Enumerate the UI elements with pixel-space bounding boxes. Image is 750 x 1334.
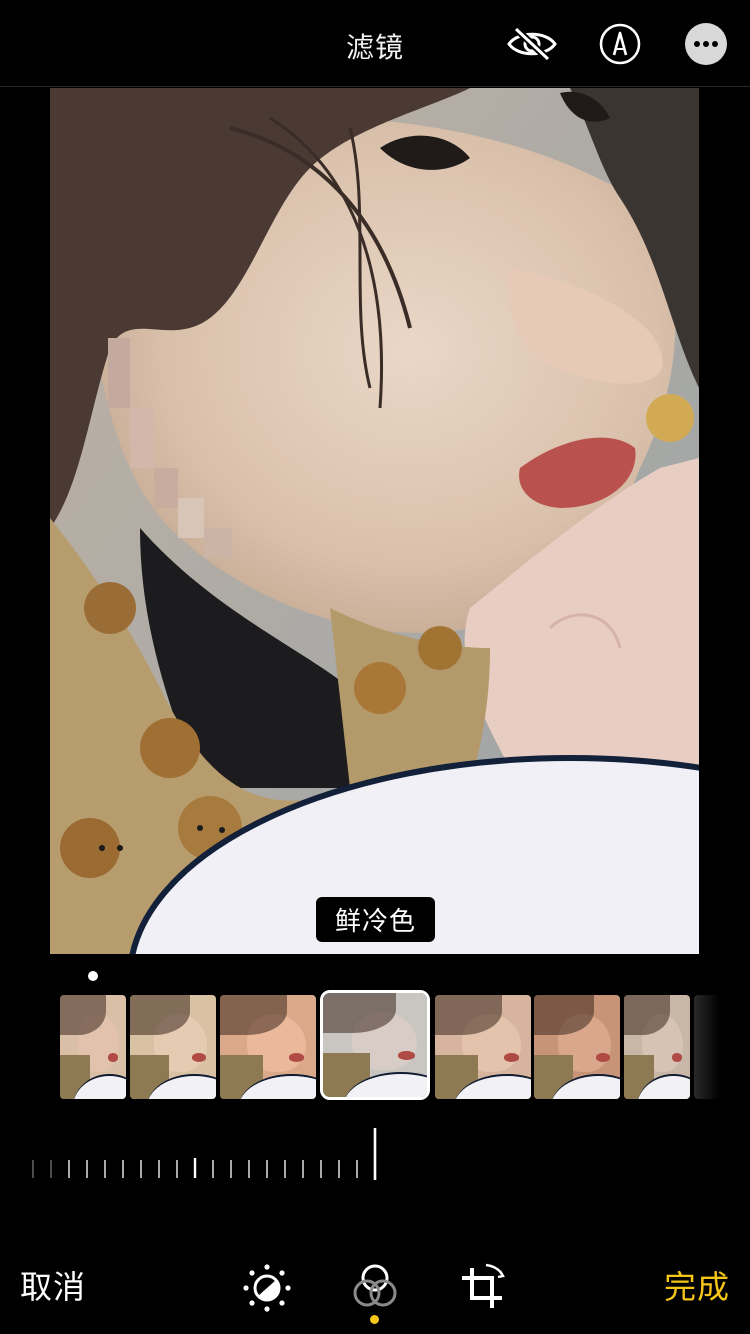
active-tool-indicator xyxy=(370,1315,379,1324)
filter-thumbnail[interactable] xyxy=(320,990,430,1100)
filter-thumbnail[interactable] xyxy=(220,995,316,1099)
original-indicator-dot xyxy=(88,971,98,981)
filter-thumbnail[interactable] xyxy=(435,995,531,1099)
filter-thumbnail[interactable] xyxy=(624,995,690,1099)
photo-image xyxy=(50,88,699,954)
markup-pen-icon[interactable] xyxy=(598,22,642,66)
filter-name-label: 鲜冷色 xyxy=(316,897,435,942)
filter-thumbnail-partial xyxy=(694,995,720,1099)
done-button[interactable]: 完成 xyxy=(664,1262,730,1308)
photo-preview[interactable] xyxy=(50,88,699,954)
cancel-button[interactable]: 取消 xyxy=(20,1262,86,1308)
more-options-icon[interactable] xyxy=(684,22,728,66)
filter-thumbnail[interactable] xyxy=(534,995,620,1099)
filter-thumbnail[interactable] xyxy=(130,995,216,1099)
filter-thumbnail[interactable] xyxy=(60,995,126,1099)
intensity-slider[interactable] xyxy=(30,1128,390,1182)
filter-strip[interactable] xyxy=(60,990,720,1100)
filters-icon[interactable] xyxy=(347,1260,403,1316)
hide-eye-icon[interactable] xyxy=(506,22,558,66)
adjust-icon[interactable] xyxy=(239,1260,295,1316)
top-bar: 滤镜 xyxy=(0,0,750,87)
crop-rotate-icon[interactable] xyxy=(454,1260,510,1316)
